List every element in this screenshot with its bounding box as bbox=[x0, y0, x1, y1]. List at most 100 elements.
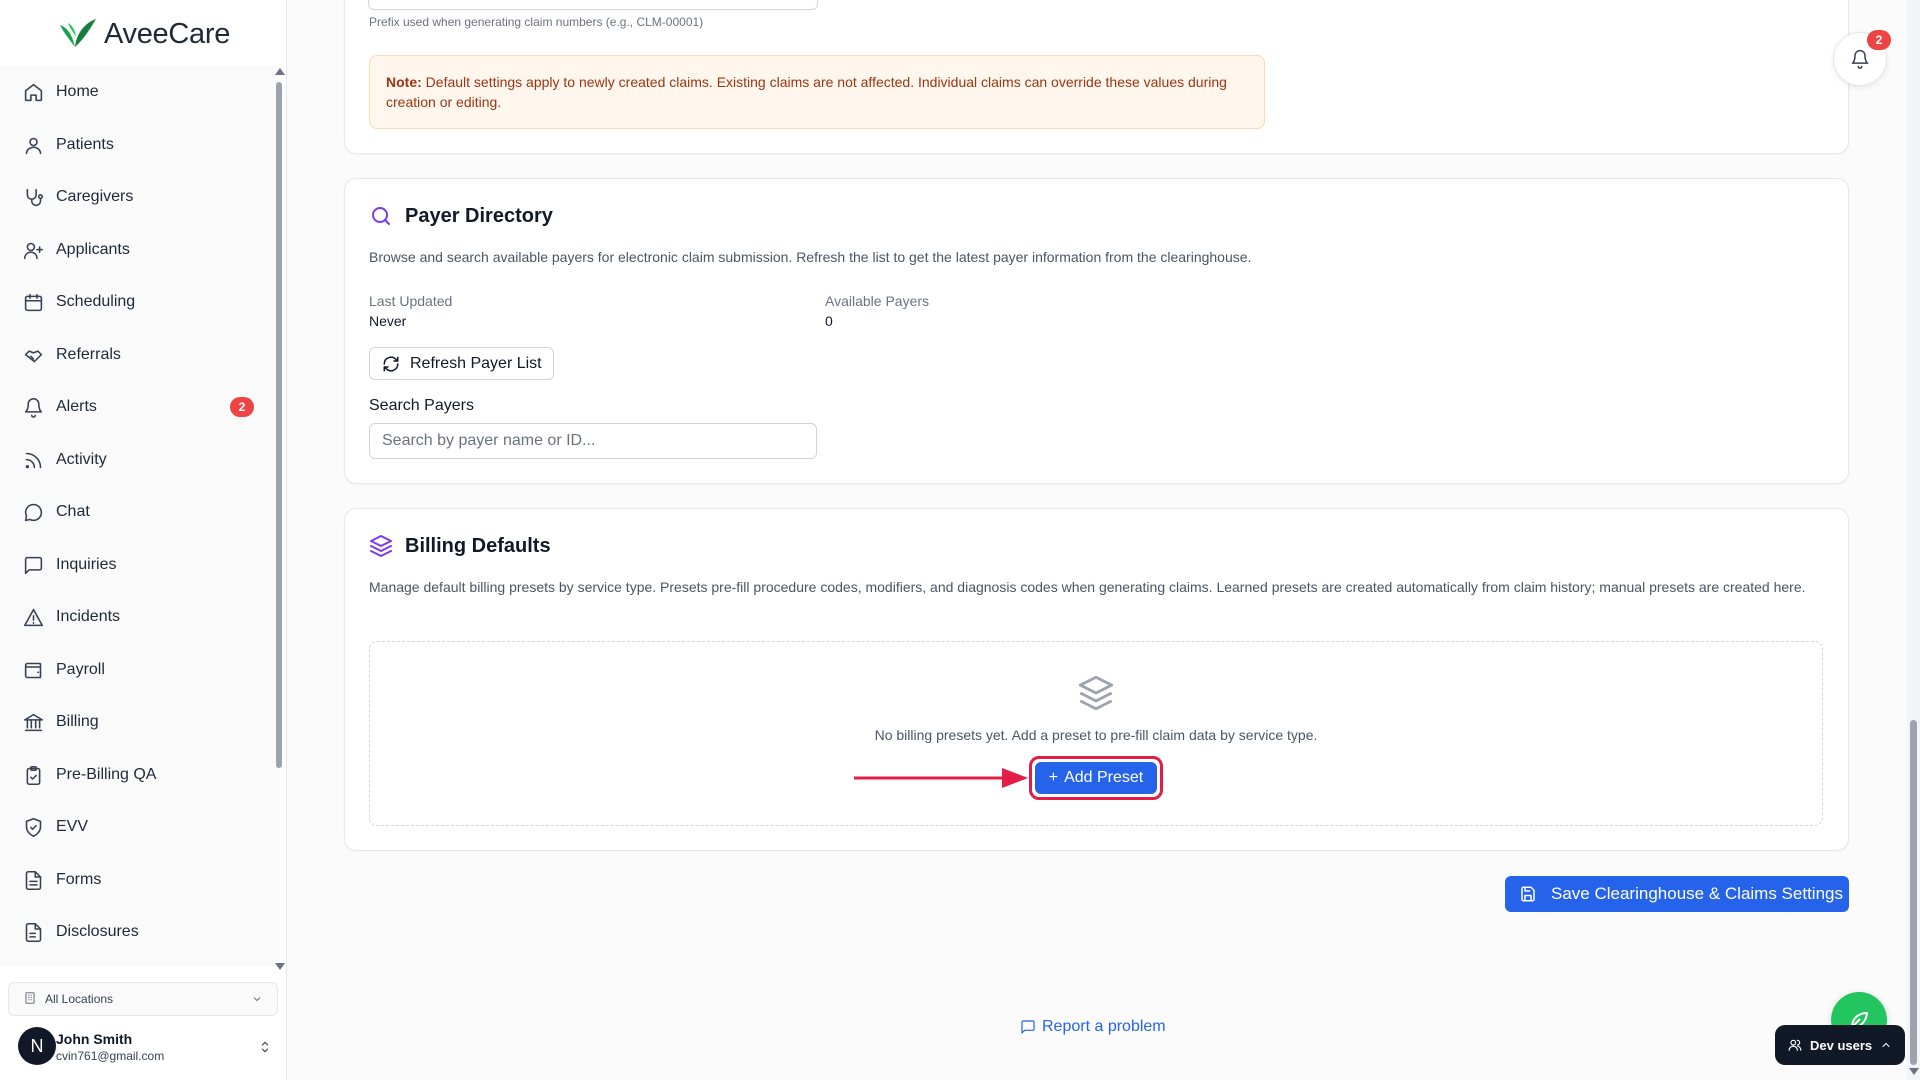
leaf-logo-icon bbox=[60, 19, 96, 47]
main-scroll-thumb[interactable] bbox=[1910, 720, 1917, 1065]
empty-state-text: No billing presets yet. Add a preset to … bbox=[874, 727, 1318, 743]
save-settings-label: Save Clearinghouse & Claims Settings bbox=[1551, 884, 1843, 903]
sidebar-item-chat[interactable]: Chat bbox=[12, 490, 262, 534]
sidebar-item-incidents[interactable]: Incidents bbox=[12, 595, 262, 639]
message-square-icon bbox=[1021, 1020, 1035, 1034]
sidebar-item-label: Billing bbox=[56, 713, 99, 730]
wallet-icon bbox=[22, 659, 44, 681]
logo[interactable]: AveeCare bbox=[56, 14, 230, 54]
handshake-icon bbox=[22, 344, 44, 366]
claims-note: Note: Default settings apply to newly cr… bbox=[369, 55, 1265, 129]
alerts-count-badge: 2 bbox=[230, 397, 254, 417]
sidebar-item-label: EVV bbox=[56, 818, 89, 835]
add-preset-label: Add Preset bbox=[1064, 769, 1144, 786]
sidebar-item-label: Pre-Billing QA bbox=[56, 766, 157, 783]
notifications-count-badge: 2 bbox=[1867, 30, 1891, 50]
user-plus-icon bbox=[22, 239, 44, 261]
sidebar-item-label: Referrals bbox=[56, 346, 121, 363]
sidebar-scrollbar[interactable] bbox=[275, 68, 285, 970]
sidebar-nav: Home Patients Caregivers Applicants Sche… bbox=[0, 66, 280, 966]
payer-directory-description: Browse and search available payers for e… bbox=[369, 249, 1252, 265]
main-scrollbar[interactable] bbox=[1907, 0, 1920, 1080]
payer-directory-title: Payer Directory bbox=[405, 204, 553, 227]
claim-prefix-input[interactable] bbox=[368, 0, 818, 10]
sidebar-item-label: Inquiries bbox=[56, 556, 117, 573]
file-text-icon bbox=[22, 869, 44, 891]
app-name: AveeCare bbox=[104, 17, 231, 50]
available-payers-value: 0 bbox=[825, 313, 833, 329]
sidebar-item-label: Activity bbox=[56, 451, 107, 468]
shield-check-icon bbox=[22, 816, 44, 838]
scroll-down-arrow-icon[interactable] bbox=[1909, 1068, 1919, 1075]
rss-icon bbox=[22, 449, 44, 471]
building-icon bbox=[23, 991, 45, 1008]
chevrons-up-down-icon bbox=[258, 1039, 272, 1060]
chevron-down-icon bbox=[251, 993, 263, 1008]
location-select[interactable]: All Locations bbox=[8, 982, 278, 1016]
sidebar-item-label: Applicants bbox=[56, 241, 130, 258]
sidebar-item-caregivers[interactable]: Caregivers bbox=[12, 175, 262, 219]
sidebar-item-applicants[interactable]: Applicants bbox=[12, 228, 262, 272]
home-icon bbox=[22, 81, 44, 103]
sidebar: AveeCare Home Patients Caregivers Applic… bbox=[0, 0, 287, 1080]
sidebar-item-label: Forms bbox=[56, 871, 102, 888]
refresh-payer-list-button[interactable]: Refresh Payer List bbox=[369, 347, 554, 380]
sidebar-item-disclosures[interactable]: Disclosures bbox=[12, 910, 262, 954]
add-preset-button[interactable]: + Add Preset bbox=[1035, 762, 1157, 794]
clipboard-check-icon bbox=[22, 764, 44, 786]
calendar-icon bbox=[22, 291, 44, 313]
plus-icon: + bbox=[1048, 769, 1059, 786]
report-problem-link[interactable]: Report a problem bbox=[1020, 1018, 1166, 1036]
bell-icon bbox=[1851, 49, 1869, 69]
sidebar-item-label: Chat bbox=[56, 503, 90, 520]
alert-triangle-icon bbox=[22, 606, 44, 628]
sidebar-item-label: Patients bbox=[56, 136, 114, 153]
note-text: Default settings apply to newly created … bbox=[386, 74, 1227, 110]
message-square-icon bbox=[22, 554, 44, 576]
save-settings-button[interactable]: Save Clearinghouse & Claims Settings bbox=[1505, 876, 1849, 912]
sidebar-item-patients[interactable]: Patients bbox=[12, 123, 262, 167]
search-payers-label: Search Payers bbox=[369, 397, 474, 414]
sidebar-item-label: Scheduling bbox=[56, 293, 136, 310]
sidebar-item-label: Payroll bbox=[56, 661, 105, 678]
sidebar-item-activity[interactable]: Activity bbox=[12, 438, 262, 482]
layers-icon bbox=[370, 535, 392, 557]
refresh-icon bbox=[383, 356, 399, 371]
scroll-down-arrow-icon[interactable] bbox=[275, 963, 285, 970]
scroll-up-arrow-icon[interactable] bbox=[275, 68, 285, 75]
user-name: John Smith bbox=[56, 1031, 133, 1047]
user-menu[interactable]: N John Smith cvin761@gmail.com bbox=[18, 1025, 278, 1069]
file-icon bbox=[22, 921, 44, 943]
sidebar-item-scheduling[interactable]: Scheduling bbox=[12, 280, 262, 324]
last-updated-label: Last Updated bbox=[369, 293, 453, 309]
note-label: Note: bbox=[386, 74, 422, 90]
bell-icon bbox=[22, 396, 44, 418]
sidebar-item-home[interactable]: Home bbox=[12, 70, 262, 114]
sidebar-item-label: Incidents bbox=[56, 608, 121, 625]
landmark-icon bbox=[22, 711, 44, 733]
sidebar-scroll-thumb[interactable] bbox=[276, 82, 282, 768]
available-payers-label: Available Payers bbox=[825, 293, 930, 309]
sidebar-item-alerts[interactable]: Alerts 2 bbox=[12, 385, 262, 429]
billing-defaults-title: Billing Defaults bbox=[405, 534, 551, 557]
sidebar-item-payroll[interactable]: Payroll bbox=[12, 648, 262, 692]
report-problem-label: Report a problem bbox=[1042, 1018, 1166, 1035]
sidebar-item-billing[interactable]: Billing bbox=[12, 700, 262, 744]
sidebar-item-label: Caregivers bbox=[56, 188, 134, 205]
billing-defaults-heading: Billing Defaults bbox=[369, 534, 551, 558]
user-icon bbox=[22, 134, 44, 156]
sidebar-item-inquiries[interactable]: Inquiries bbox=[12, 543, 262, 587]
claim-prefix-hint: Prefix used when generating claim number… bbox=[369, 15, 704, 29]
payer-directory-heading: Payer Directory bbox=[369, 204, 553, 228]
dev-users-button[interactable]: Dev users bbox=[1775, 1025, 1905, 1065]
sidebar-item-evv[interactable]: EVV bbox=[12, 805, 262, 849]
search-payers-input[interactable] bbox=[369, 423, 817, 459]
billing-defaults-description: Manage default billing presets by servic… bbox=[369, 579, 1806, 595]
sidebar-item-pre-billing-qa[interactable]: Pre-Billing QA bbox=[12, 753, 262, 797]
sidebar-item-forms[interactable]: Forms bbox=[12, 858, 262, 902]
dev-users-label: Dev users bbox=[1810, 1037, 1873, 1053]
search-icon bbox=[372, 207, 390, 225]
sidebar-item-referrals[interactable]: Referrals bbox=[12, 333, 262, 377]
avatar: N bbox=[18, 1027, 56, 1065]
save-icon bbox=[1521, 886, 1535, 902]
